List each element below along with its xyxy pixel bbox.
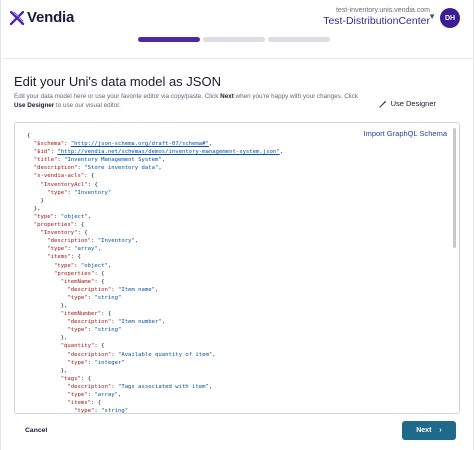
json-editor[interactable]: { "$schema": "http://json-schema.org/dra… — [14, 122, 460, 414]
code-line: } — [27, 197, 44, 204]
code-line: "$schema": "http://json-schema.org/draft… — [33, 141, 213, 148]
code-line: }, — [27, 367, 68, 374]
editor-scrollbar[interactable] — [453, 124, 458, 412]
code-line: "quantity": { — [60, 343, 105, 350]
page-description: Edit your data model here or use your fa… — [14, 92, 359, 110]
code-line: "description": "Store inventory data", — [33, 165, 162, 172]
code-line: "properties": { — [33, 222, 85, 229]
import-graphql-link[interactable]: Import GraphQL Schema — [363, 129, 447, 138]
code-line: "itemName": { — [60, 278, 105, 285]
uni-switcher[interactable]: test-inventory.unis.vendia.com Test-Dist… — [323, 6, 430, 28]
use-designer-label: Use Designer — [390, 99, 436, 108]
next-button[interactable]: Next › — [402, 421, 456, 440]
next-label: Next — [416, 427, 432, 434]
code-line: "type": "string" — [67, 294, 122, 301]
step-progress — [138, 37, 330, 42]
code-line: "Inventory": { — [40, 230, 88, 237]
vendia-x-icon — [10, 10, 24, 25]
brand-name: Vendia — [27, 9, 75, 26]
magic-wand-icon — [379, 100, 387, 108]
chevron-right-icon: › — [439, 427, 442, 434]
code-line: "description": "Item name", — [67, 286, 159, 293]
cancel-button[interactable]: Cancel — [25, 427, 47, 434]
code-line: "type": "array", — [67, 392, 122, 398]
code-line: "title": "Inventory Management System", — [33, 157, 166, 164]
progress-step-1 — [138, 37, 200, 42]
desc-text-2: when you're happy with your changes. Cli… — [233, 93, 358, 100]
code-line: "$id": "http://vendia.net/schemas/demos/… — [33, 149, 283, 156]
brand-logo[interactable]: Vendia — [10, 9, 74, 26]
page-title: Edit your Uni's data model as JSON — [14, 74, 221, 89]
scrollbar-thumb[interactable] — [453, 128, 456, 248]
code-line: "type": "array", — [47, 246, 102, 253]
code-line: "items": { — [47, 254, 81, 261]
code-line: "InventoryAcl": { — [40, 181, 98, 188]
desc-next-emphasis: Next — [220, 93, 234, 100]
code-line: "type": "string" — [67, 327, 122, 334]
desc-text-3: to use our visual editor. — [54, 102, 121, 109]
progress-step-3 — [268, 37, 330, 42]
code-line: }, — [27, 335, 68, 342]
code-line: "items": { — [67, 400, 102, 407]
uni-name: Test-DistributionCenter — [323, 15, 430, 27]
top-bar: Vendia test-inventory.unis.vendia.com Te… — [0, 0, 474, 34]
code-line: }, — [27, 302, 68, 309]
code-line: "properties": { — [53, 270, 105, 277]
code-line: "x-vendia-acls": { — [33, 173, 95, 180]
code-line: "tags": { — [60, 375, 92, 382]
desc-designer-emphasis: Use Designer — [14, 102, 55, 109]
code-line: "type": "Inventory" — [47, 189, 112, 196]
desc-text-1: Edit your data model here or use your fa… — [14, 93, 221, 100]
code-line: "description": "Tags associated with ite… — [67, 383, 213, 390]
uni-url: test-inventory.unis.vendia.com — [335, 7, 430, 14]
code-line: "description": "Available quantity of it… — [67, 351, 216, 358]
progress-step-2 — [203, 37, 265, 42]
chevron-down-icon[interactable]: ▼ — [428, 12, 436, 21]
use-designer-button[interactable]: Use Designer — [379, 99, 436, 108]
code-line: }, — [27, 205, 41, 212]
code-line: "type": "object", — [53, 262, 112, 269]
divider — [0, 58, 474, 59]
code-line: "description": "Inventory", — [47, 238, 139, 245]
code-line: "itemNumber": { — [60, 311, 112, 318]
code-line: "type": "string" — [74, 408, 129, 414]
code-line: "type": "integer" — [67, 359, 125, 366]
user-avatar[interactable]: DH — [440, 8, 460, 28]
code-line: "type": "object", — [33, 213, 92, 220]
json-code[interactable]: { "$schema": "http://json-schema.org/dra… — [27, 132, 283, 414]
code-line: "description": "Item number", — [67, 319, 166, 326]
code-line: { — [27, 133, 31, 139]
